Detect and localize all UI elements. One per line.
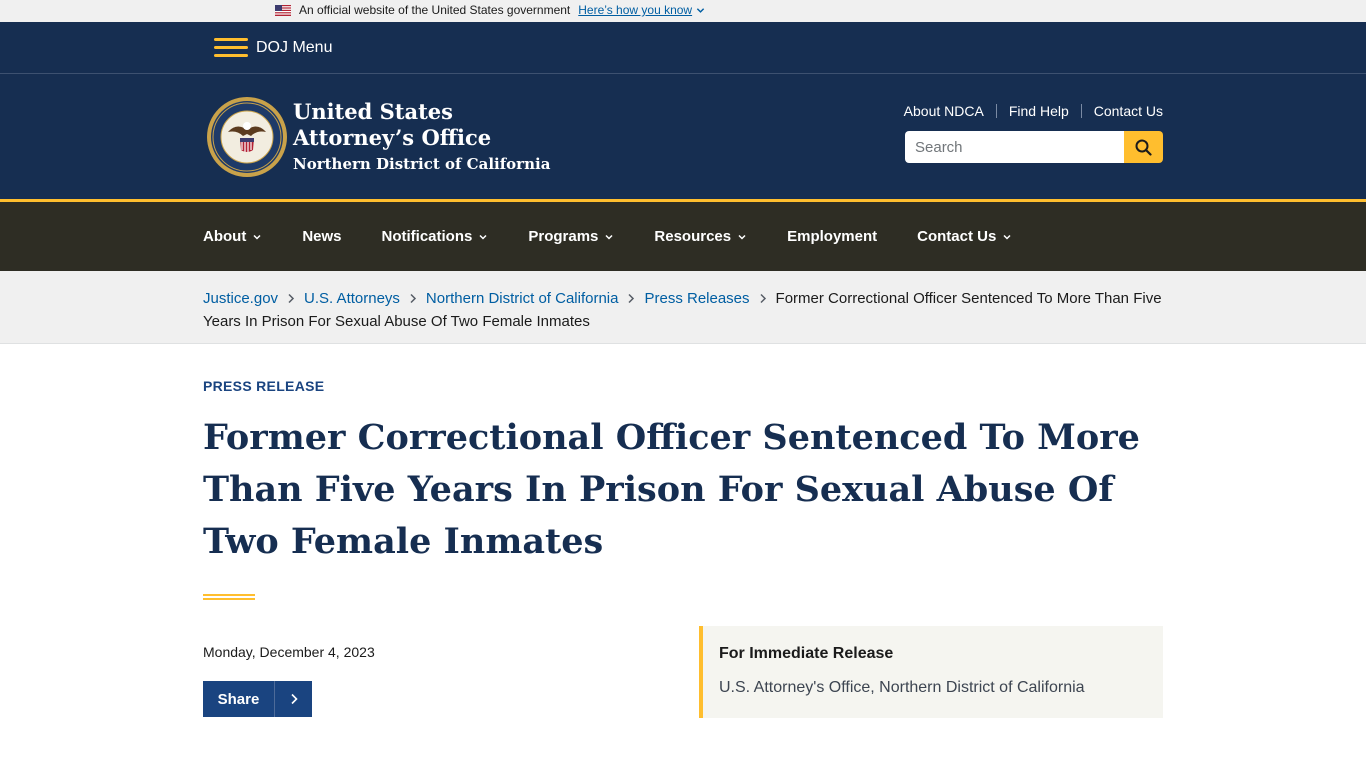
share-button[interactable]: Share — [203, 681, 312, 717]
site-header: United States Attorney’s Office Northern… — [0, 74, 1366, 199]
chevron-right-icon — [275, 693, 312, 705]
search-button[interactable] — [1124, 131, 1163, 163]
nav-item-label: Resources — [654, 228, 732, 245]
how-you-know-link[interactable]: Here’s how you know — [578, 3, 692, 17]
doj-menu-button[interactable]: DOJ Menu — [214, 34, 332, 62]
release-box-title: For Immediate Release — [719, 645, 894, 662]
search-form — [905, 131, 1163, 163]
breadcrumb-link-us-attorneys[interactable]: U.S. Attorneys — [304, 290, 400, 307]
doj-menu-bar: DOJ Menu — [0, 22, 1366, 74]
page-title: Former Correctional Officer Sentenced To… — [203, 417, 1140, 562]
breadcrumb-link-press-releases[interactable]: Press Releases — [644, 290, 749, 307]
main-nav: About News Notifications Programs Resour… — [0, 199, 1366, 271]
share-label: Share — [217, 690, 260, 708]
decorative-rule — [203, 594, 255, 602]
chevron-down-icon — [479, 234, 487, 240]
nav-item-resources[interactable]: Resources — [654, 228, 747, 245]
divider — [995, 104, 997, 118]
nav-item-label: News — [302, 228, 342, 245]
chevron-down-icon — [253, 234, 261, 240]
utility-links: About NDCA Find Help Contact Us — [904, 103, 1163, 119]
chevron-down-icon[interactable] — [696, 6, 705, 15]
breadcrumb-link-ndca[interactable]: Northern District of California — [426, 290, 619, 307]
divider — [1080, 104, 1082, 118]
breadcrumb-link-justice-gov[interactable]: Justice.gov — [203, 290, 278, 307]
nav-item-contact-us[interactable]: Contact Us — [917, 228, 1012, 245]
site-title-line1: United States — [293, 99, 453, 124]
chevron-right-icon — [618, 287, 644, 310]
release-box-source: U.S. Attorney's Office, Northern Distric… — [719, 679, 1085, 696]
search-input[interactable] — [905, 131, 1124, 163]
chevron-down-icon — [738, 234, 746, 240]
site-title-line3: Northern District of California — [293, 155, 551, 173]
hamburger-icon — [214, 36, 248, 60]
nav-item-label: Programs — [528, 228, 599, 245]
release-info-box: For Immediate Release U.S. Attorney's Of… — [699, 626, 1163, 718]
nav-item-about[interactable]: About — [203, 228, 262, 245]
gov-banner: An official website of the United States… — [0, 0, 1366, 22]
nav-item-news[interactable]: News — [302, 228, 341, 245]
chevron-down-icon — [605, 234, 613, 240]
chevron-right-icon — [278, 287, 304, 310]
nav-item-label: Notifications — [381, 228, 473, 245]
breadcrumb: Justice.gov U.S. Attorneys Northern Distri… — [0, 271, 1366, 344]
doj-seal-logo[interactable] — [206, 96, 288, 178]
nav-item-employment[interactable]: Employment — [787, 228, 877, 245]
site-title-line2: Attorney’s Office — [293, 125, 492, 150]
utility-link-about-ndca[interactable]: About NDCA — [904, 103, 984, 119]
utility-link-contact-us[interactable]: Contact Us — [1094, 103, 1163, 119]
nav-item-notifications[interactable]: Notifications — [382, 228, 489, 245]
utility-link-find-help[interactable]: Find Help — [1009, 103, 1069, 119]
nav-item-programs[interactable]: Programs — [528, 228, 614, 245]
chevron-down-icon — [1003, 234, 1011, 240]
search-icon — [1135, 139, 1152, 156]
chevron-right-icon — [750, 287, 776, 310]
nav-item-label: About — [203, 228, 247, 245]
nav-item-label: Employment — [787, 228, 878, 245]
release-date: Monday, December 4, 2023 — [203, 644, 375, 660]
gov-banner-text: An official website of the United States… — [299, 3, 571, 17]
chevron-right-icon — [400, 287, 426, 310]
doj-menu-label: DOJ Menu — [256, 39, 333, 56]
us-flag-icon — [275, 4, 291, 16]
site-title[interactable]: United States Attorney’s Office Northern… — [293, 99, 550, 175]
nav-item-label: Contact Us — [917, 228, 997, 245]
press-release-label: PRESS RELEASE — [203, 378, 325, 394]
